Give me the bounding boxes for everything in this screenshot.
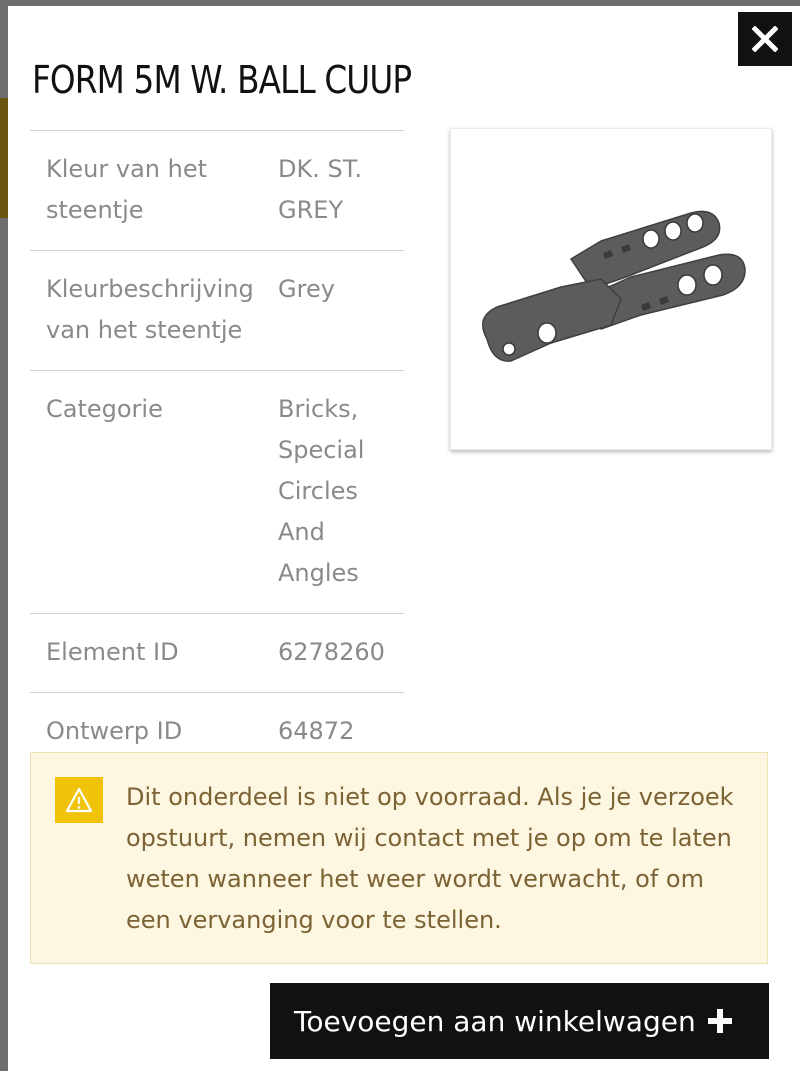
add-to-cart-button[interactable]: Toevoegen aan winkelwagen <box>270 983 769 1059</box>
spec-row-category: Categorie Bricks, Special Circles And An… <box>30 371 404 614</box>
close-icon <box>752 26 778 52</box>
product-detail-modal: FORM 5M W. BALL CUUP Kleur van het steen… <box>8 6 800 1071</box>
warning-icon-box <box>55 777 103 823</box>
add-to-cart-label: Toevoegen aan winkelwagen <box>294 1004 696 1038</box>
product-image <box>450 128 772 450</box>
warning-icon <box>65 787 93 813</box>
close-button[interactable] <box>738 12 792 66</box>
notice-text: Dit onderdeel is niet op voorraad. Als j… <box>126 783 734 934</box>
spec-value: Bricks, Special Circles And Angles <box>278 395 365 587</box>
technic-part-image <box>482 210 746 362</box>
spec-row-color: Kleur van het steentje DK. ST. GREY <box>30 131 404 251</box>
spec-value: DK. ST. GREY <box>278 155 363 224</box>
spec-label: Element ID <box>46 638 179 666</box>
out-of-stock-notice: Dit onderdeel is niet op voorraad. Als j… <box>30 752 768 964</box>
spec-table: Kleur van het steentje DK. ST. GREY Kleu… <box>30 130 404 771</box>
product-title: FORM 5M W. BALL CUUP <box>32 58 412 102</box>
spec-value: Grey <box>278 275 335 303</box>
spec-value: 6278260 <box>278 638 385 666</box>
spec-row-element-id: Element ID 6278260 <box>30 614 404 693</box>
plus-icon <box>707 1009 732 1033</box>
spec-label: Kleur van het steentje <box>46 155 208 224</box>
spec-value: 64872 <box>278 717 355 745</box>
spec-label: Categorie <box>46 395 163 423</box>
spec-label: Kleurbeschrijving van het steentje <box>46 275 254 344</box>
spec-row-color-description: Kleurbeschrijving van het steentje Grey <box>30 251 404 371</box>
spec-label: Ontwerp ID <box>46 717 183 745</box>
